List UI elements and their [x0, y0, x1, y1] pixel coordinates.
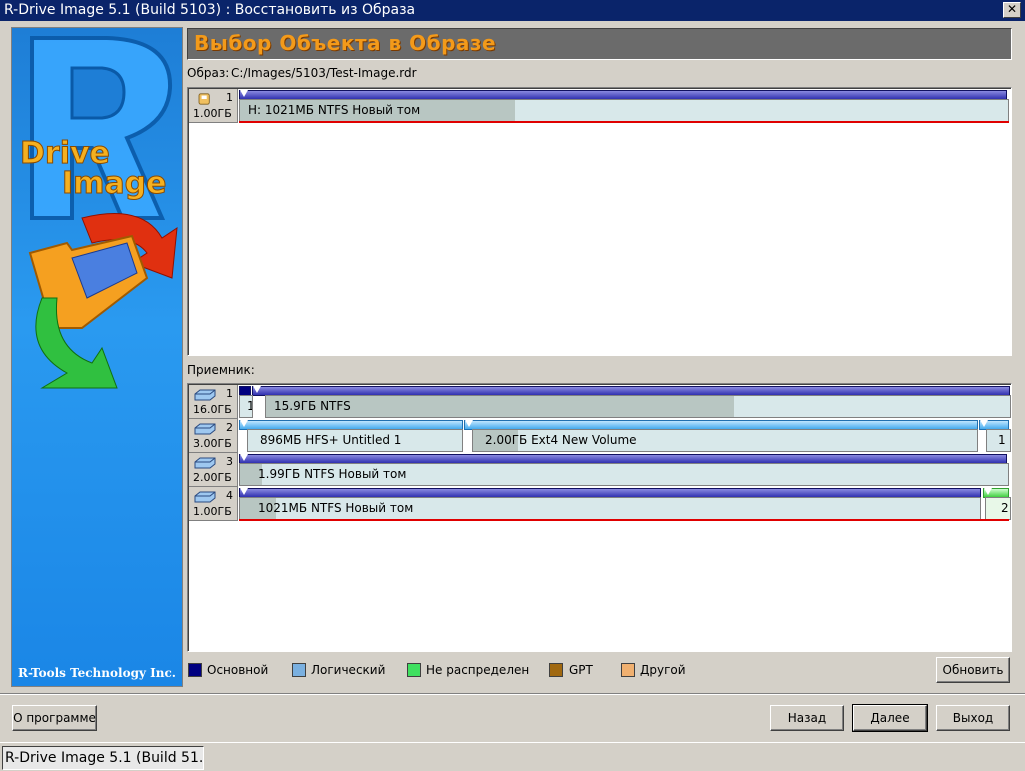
partition-hfs[interactable]: 896МБ HFS+ Untitled 1 — [247, 429, 463, 452]
partition-ntfs[interactable]: 1021МБ NTFS Новый том — [239, 497, 981, 520]
disk-size: 1.00ГБ — [193, 107, 232, 120]
selection-indicator — [239, 519, 1009, 521]
r-drive-logo: Drive Image — [20, 36, 178, 389]
target-disk-row-3[interactable]: 3 2.00ГБ 1.99ГБ NTFS Новый том — [189, 453, 1009, 487]
disk-number: 3 — [226, 455, 233, 468]
back-button[interactable]: Назад — [770, 705, 844, 731]
disk-size: 1.00ГБ — [193, 505, 232, 518]
page-title: Выбор Объекта в Образе — [194, 31, 497, 55]
legend-swatch-gpt — [549, 663, 563, 677]
taskbar: R-Drive Image 5.1 (Build 51... — [0, 742, 1025, 771]
hard-disk-icon — [194, 423, 216, 435]
hard-disk-icon — [194, 389, 216, 401]
target-disk-row-2[interactable]: 2 3.00ГБ 896МБ HFS+ Untitled 1 2.00ГБ Ex… — [189, 419, 1011, 453]
target-disk-panel: 1 16.0ГБ 1 15.9ГБ NTFS 2 3.00ГБ 896МБ HF… — [187, 383, 1012, 652]
partition-ntfs[interactable]: 15.9ГБ NTFS — [265, 395, 1011, 418]
image-path: C:/Images/5103/Test-Image.rdr — [231, 66, 417, 80]
disk-cell[interactable]: 1 1.00ГБ — [189, 89, 238, 123]
source-disk-row[interactable]: 1 1.00ГБ H: 1021МБ NTFS Новый том — [189, 89, 1009, 123]
image-disk-icon — [198, 93, 210, 105]
taskbar-item[interactable]: R-Drive Image 5.1 (Build 51... — [2, 746, 204, 770]
company-name: R-Tools Technology Inc. — [18, 666, 176, 680]
about-button[interactable]: О программе — [12, 705, 97, 731]
partition-ntfs[interactable]: 1.99ГБ NTFS Новый том — [239, 463, 1009, 486]
disk-number: 2 — [226, 421, 233, 434]
partition-label: 896МБ HFS+ Untitled 1 — [260, 433, 402, 447]
target-label: Приемник: — [187, 363, 255, 377]
svg-text:Image: Image — [62, 166, 167, 201]
disk-size: 2.00ГБ — [193, 471, 232, 484]
divider — [0, 693, 1025, 695]
legend-swatch-unallocated — [407, 663, 421, 677]
partition-small[interactable]: 1 — [986, 429, 1011, 452]
hard-disk-icon — [194, 457, 216, 469]
legend-label: GPT — [569, 663, 593, 677]
exit-button[interactable]: Выход — [936, 705, 1010, 731]
disk-cell[interactable]: 4 1.00ГБ — [189, 487, 238, 521]
legend-label: Логический — [311, 663, 386, 677]
brand-banner: Drive Image R-Tools Technology Inc. — [11, 27, 183, 687]
partition-label: 1021МБ NTFS Новый том — [258, 501, 414, 515]
close-button[interactable]: ✕ — [1003, 2, 1021, 18]
source-disk-panel: 1 1.00ГБ H: 1021МБ NTFS Новый том — [187, 87, 1012, 356]
legend-swatch-primary — [188, 663, 202, 677]
title-bar: R-Drive Image 5.1 (Build 5103) : Восстан… — [0, 0, 1025, 21]
target-disk-row-4[interactable]: 4 1.00ГБ 1021МБ NTFS Новый том 2 — [189, 487, 1011, 521]
disk-number: 1 — [226, 91, 233, 104]
partition-ext4[interactable]: 2.00ГБ Ext4 New Volume — [472, 429, 978, 452]
selection-indicator — [239, 121, 1009, 123]
partition-label: 2 — [1001, 501, 1009, 515]
partition-label: 1.99ГБ NTFS Новый том — [258, 467, 407, 481]
legend-label: Другой — [640, 663, 686, 677]
partition-h[interactable]: H: 1021МБ NTFS Новый том — [239, 99, 1009, 122]
target-disk-row-1[interactable]: 1 16.0ГБ 1 15.9ГБ NTFS — [189, 385, 1011, 419]
disk-cell[interactable]: 3 2.00ГБ — [189, 453, 238, 487]
refresh-button[interactable]: Обновить — [936, 657, 1010, 683]
window-title: R-Drive Image 5.1 (Build 5103) : Восстан… — [4, 2, 416, 18]
disk-cell[interactable]: 2 3.00ГБ — [189, 419, 238, 453]
partition-unallocated[interactable]: 2 — [985, 497, 1011, 520]
partition-label: 1 — [247, 399, 252, 413]
partition-small[interactable]: 1 — [239, 395, 253, 418]
disk-size: 16.0ГБ — [193, 403, 232, 416]
disk-cell[interactable]: 1 16.0ГБ — [189, 385, 238, 419]
disk-number: 1 — [226, 387, 233, 400]
legend-swatch-other — [621, 663, 635, 677]
next-button[interactable]: Далее — [852, 704, 928, 732]
legend-label: Основной — [207, 663, 269, 677]
hard-disk-icon — [194, 491, 216, 503]
legend-swatch-logical — [292, 663, 306, 677]
partition-label: 15.9ГБ NTFS — [274, 399, 351, 413]
partition-label: 1 — [998, 433, 1006, 447]
image-label: Образ: — [187, 66, 230, 80]
partition-label: H: 1021МБ NTFS Новый том — [248, 103, 421, 117]
partition-label: 2.00ГБ Ext4 New Volume — [485, 433, 637, 447]
legend-label: Не распределен — [426, 663, 530, 677]
page-header: Выбор Объекта в Образе — [187, 28, 1012, 60]
disk-size: 3.00ГБ — [193, 437, 232, 450]
disk-number: 4 — [226, 489, 233, 502]
